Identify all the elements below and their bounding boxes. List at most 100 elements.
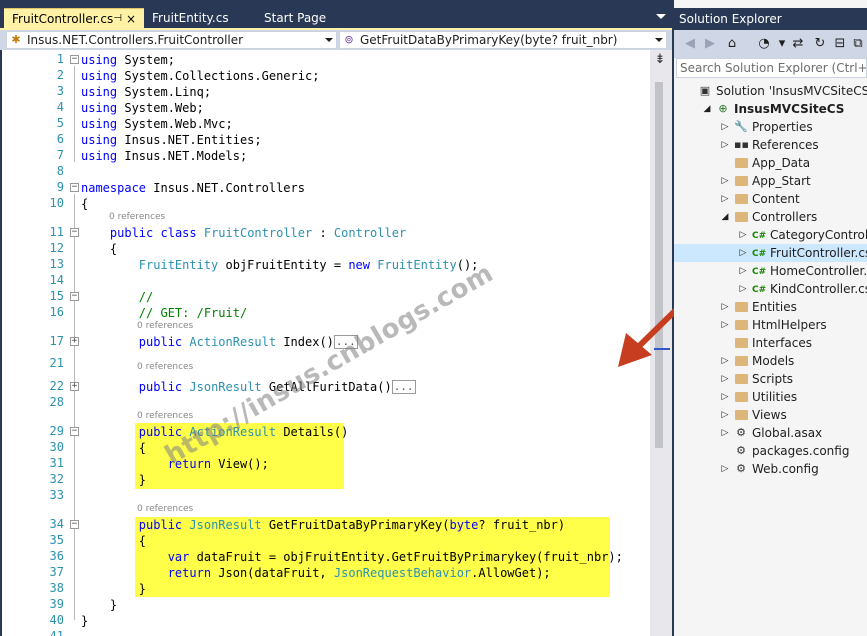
tree-item-label: Solution 'InsusMVCSiteCS' (1 p xyxy=(716,84,867,98)
tree-item[interactable]: ▷ ⚙ Web.config xyxy=(674,460,867,478)
tree-item[interactable]: ⚙ packages.config xyxy=(674,442,867,460)
tree-item[interactable]: ▷ C#HomeController.cs xyxy=(674,262,867,280)
tree-item[interactable]: ◢ Controllers xyxy=(674,208,867,226)
code-editor[interactable]: 1 using System; −2 using System.Collections… xyxy=(2,50,650,636)
tree-item[interactable]: App_Data xyxy=(674,154,867,172)
refresh-icon[interactable]: ↻ xyxy=(812,36,828,52)
expand-icon[interactable]: + xyxy=(70,382,79,391)
collapse-icon[interactable]: − xyxy=(70,183,79,192)
collapse-icon[interactable]: − xyxy=(70,520,79,529)
show-all-files-icon[interactable]: ⧉ xyxy=(850,36,866,52)
split-window-icon[interactable]: ⇟ xyxy=(653,53,667,66)
tab-fruitcontroller[interactable]: FruitController.cs ⊣ × xyxy=(4,8,144,28)
sync-icon[interactable]: ⇄ xyxy=(790,36,806,52)
forward-icon[interactable]: ▶ xyxy=(702,36,718,52)
code-line: FruitEntity objFruitEntity = new FruitEn… xyxy=(138,258,479,272)
collapse-arrow-icon[interactable]: ◢ xyxy=(702,100,712,118)
expand-arrow-icon[interactable]: ▷ xyxy=(738,244,748,262)
references-codelens[interactable]: 0 references xyxy=(137,362,193,372)
tree-item[interactable]: ▷ C# FruitController.cs xyxy=(674,244,867,262)
expand-arrow-icon[interactable]: ▷ xyxy=(720,298,730,316)
csharp-file-icon: C# xyxy=(752,267,767,277)
line-number: 13 xyxy=(49,257,64,271)
tree-item[interactable]: ▷ App_Start xyxy=(674,172,867,190)
code-line: return Json(dataFruit, JsonRequestBehavi… xyxy=(167,566,551,580)
tab-fruitentity[interactable]: FruitEntity.cs xyxy=(144,8,254,28)
expand-arrow-icon[interactable]: ▷ xyxy=(720,136,730,154)
references-codelens[interactable]: 0 references xyxy=(137,504,193,514)
collapse-all-icon[interactable]: ⊟ xyxy=(832,36,848,52)
line-number: 28 xyxy=(49,395,64,409)
references-codelens[interactable]: 0 references xyxy=(137,321,193,331)
line-number: 2 xyxy=(56,68,64,82)
expand-arrow-icon[interactable]: ▷ xyxy=(720,316,730,334)
expand-arrow-icon[interactable]: ▷ xyxy=(720,388,730,406)
expand-arrow-icon[interactable]: ▷ xyxy=(720,118,730,136)
pending-changes-icon[interactable]: ◔ xyxy=(756,36,772,52)
tree-item[interactable]: ▷ 🔧 Properties xyxy=(674,118,867,136)
tree-item[interactable]: ▷ Utilities xyxy=(674,388,867,406)
expand-arrow-icon[interactable]: ▷ xyxy=(720,460,730,478)
tree-item-label: Scripts xyxy=(752,372,794,386)
editor-vertical-scrollbar[interactable]: ⇟ xyxy=(650,50,672,636)
tree-item[interactable]: ▣ Solution 'InsusMVCSiteCS' (1 p xyxy=(674,82,867,100)
expand-arrow-icon[interactable]: ▷ xyxy=(720,370,730,388)
tree-item[interactable]: ▷ C#CategoryController. xyxy=(674,226,867,244)
dropdown-icon[interactable]: ▾ xyxy=(774,36,790,52)
tab-overflow-dropdown-icon[interactable] xyxy=(656,14,666,19)
solution-explorer-search-input[interactable]: Search Solution Explorer (Ctrl+;) xyxy=(676,58,867,78)
collapse-icon[interactable]: − xyxy=(70,427,79,436)
line-number: 33 xyxy=(49,488,64,502)
tab-start-page[interactable]: Start Page xyxy=(256,8,356,28)
tree-item-label: Utilities xyxy=(752,390,798,404)
collapse-icon[interactable]: − xyxy=(70,55,79,64)
tree-item[interactable]: ▷ ⚙ Global.asax xyxy=(674,424,867,442)
tree-item[interactable]: ▷ Content xyxy=(674,190,867,208)
close-icon[interactable]: × xyxy=(126,9,136,29)
tree-item-label: Content xyxy=(752,192,800,206)
references-codelens[interactable]: 0 references xyxy=(109,212,165,222)
code-line: using System; xyxy=(81,53,175,67)
expand-arrow-icon[interactable]: ▷ xyxy=(738,280,748,298)
line-number: 39 xyxy=(49,597,64,611)
expand-arrow-icon[interactable]: ▷ xyxy=(720,172,730,190)
back-icon[interactable]: ◀ xyxy=(682,36,698,52)
tree-item[interactable]: ▷ Scripts xyxy=(674,370,867,388)
collapse-arrow-icon[interactable]: ◢ xyxy=(720,208,730,226)
type-selector-dropdown[interactable]: ✱ Insus.NET.Controllers.FruitController xyxy=(6,31,337,49)
line-number: 31 xyxy=(49,456,64,470)
expand-icon[interactable]: + xyxy=(70,337,79,346)
tree-item[interactable]: ▷ Models xyxy=(674,352,867,370)
expand-arrow-icon[interactable]: ▷ xyxy=(720,352,730,370)
collapse-icon[interactable]: − xyxy=(70,228,79,237)
tree-item[interactable]: Interfaces xyxy=(674,334,867,352)
home-icon[interactable]: ⌂ xyxy=(724,36,740,52)
folder-icon xyxy=(734,174,748,188)
tree-item[interactable]: ▷ Entities xyxy=(674,298,867,316)
tree-item-label: Controllers xyxy=(752,210,818,224)
tree-item[interactable]: ◢ ⊕ InsusMVCSiteCS xyxy=(674,100,867,118)
tree-item-label: FruitController.cs xyxy=(770,246,867,260)
line-number: 17 xyxy=(49,334,64,348)
line-number: 10 xyxy=(49,196,64,210)
tree-item[interactable]: ▷ ▪▪ References xyxy=(674,136,867,154)
tree-item[interactable]: ▷ C# KindController.cs xyxy=(674,280,867,298)
line-number: 30 xyxy=(49,440,64,454)
expand-arrow-icon[interactable]: ▷ xyxy=(720,190,730,208)
references-codelens[interactable]: 0 references xyxy=(137,411,193,421)
line-number: 29 xyxy=(49,424,64,438)
expand-arrow-icon[interactable]: ▷ xyxy=(738,226,748,244)
folder-icon xyxy=(734,408,748,422)
tree-item[interactable]: ▷ HtmlHelpers xyxy=(674,316,867,334)
scrollbar-thumb[interactable] xyxy=(655,82,663,448)
collapse-icon[interactable]: − xyxy=(70,292,79,301)
line-number: 16 xyxy=(49,305,64,319)
folder-icon xyxy=(734,300,748,314)
expand-arrow-icon[interactable]: ▷ xyxy=(720,406,730,424)
pin-icon[interactable]: ⊣ xyxy=(113,9,122,29)
expand-arrow-icon[interactable]: ▷ xyxy=(738,262,748,280)
tree-item[interactable]: ▷ Views xyxy=(674,406,867,424)
csharp-file-icon: C# xyxy=(752,231,767,241)
expand-arrow-icon[interactable]: ▷ xyxy=(720,424,730,442)
member-selector-dropdown[interactable]: ⊚ GetFruitDataByPrimaryKey(byte? fruit_n… xyxy=(339,31,667,49)
